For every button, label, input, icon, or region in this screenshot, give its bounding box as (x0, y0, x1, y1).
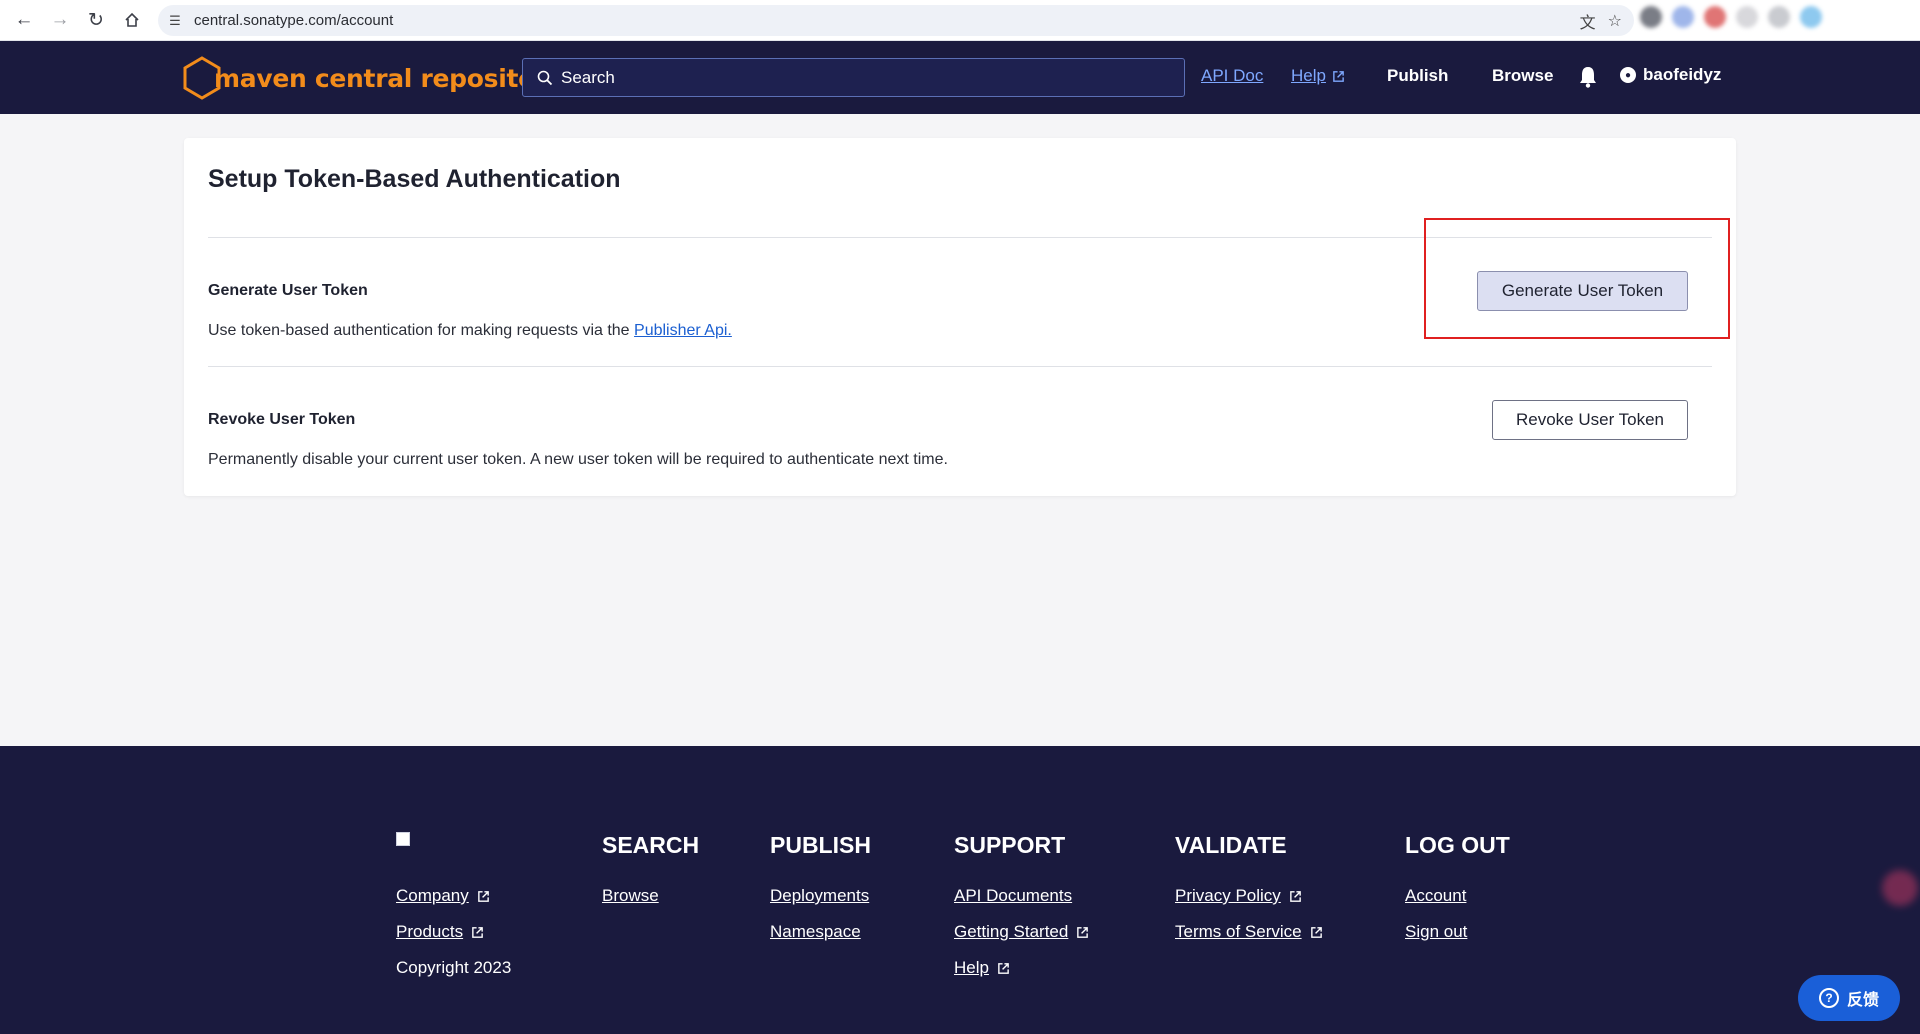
footer-help-link[interactable]: Help (954, 950, 1089, 986)
page-title: Setup Token-Based Authentication (208, 165, 621, 193)
broken-image-icon (396, 832, 410, 846)
extension-icon[interactable] (1768, 6, 1790, 28)
footer-browse-link[interactable]: Browse (602, 878, 699, 914)
site-header: maven central repository API Doc Help Pu… (0, 41, 1920, 114)
external-link-icon (472, 926, 483, 938)
publish-nav[interactable]: Publish (1387, 66, 1448, 86)
site-settings-icon[interactable]: ☰ (166, 12, 184, 30)
footer-heading-logout: LOG OUT (1405, 832, 1510, 858)
floating-widget-icon[interactable] (1882, 870, 1918, 906)
external-link-icon (1310, 926, 1322, 938)
footer-company-label: Company (396, 886, 469, 905)
footer-products-label: Products (396, 922, 464, 941)
footer-sign-out-link[interactable]: Sign out (1405, 914, 1510, 950)
bookmark-star-icon[interactable]: ☆ (1608, 11, 1622, 31)
extension-icon[interactable] (1736, 6, 1758, 28)
feedback-label: 反馈 (1846, 992, 1879, 1009)
annotation-highlight-box (1424, 218, 1730, 339)
generate-token-description: Use token-based authentication for makin… (208, 322, 732, 340)
revoke-token-heading: Revoke User Token (208, 411, 356, 428)
footer-deployments-link[interactable]: Deployments (770, 878, 871, 914)
search-icon (537, 70, 553, 85)
extension-icon[interactable] (1704, 6, 1726, 28)
help-label: Help (1291, 66, 1326, 85)
help-link[interactable]: Help (1291, 66, 1345, 86)
extension-icon[interactable] (1800, 6, 1822, 28)
user-avatar-icon: ● (1620, 67, 1636, 83)
logo-text: maven central repository (214, 63, 564, 93)
footer-api-documents-link[interactable]: API Documents (954, 878, 1089, 914)
search-box[interactable] (522, 58, 1185, 97)
forward-icon[interactable]: → (42, 2, 78, 38)
footer-privacy-policy-label: Privacy Policy (1175, 886, 1281, 905)
api-doc-label: API Doc (1201, 66, 1264, 85)
footer-account-link[interactable]: Account (1405, 878, 1510, 914)
user-menu[interactable]: ● baofeidyz (1620, 65, 1721, 85)
footer-getting-started-link[interactable]: Getting Started (954, 914, 1089, 950)
footer-logout-column: LOG OUT Account Sign out (1405, 832, 1510, 950)
footer-heading-support: SUPPORT (954, 832, 1066, 858)
footer-heading-validate: VALIDATE (1175, 832, 1287, 858)
feedback-button[interactable]: ? 反馈 (1798, 975, 1900, 1021)
footer-terms-label: Terms of Service (1175, 922, 1302, 941)
footer-terms-link[interactable]: Terms of Service (1175, 914, 1323, 950)
copyright-text: Copyright 2023 (396, 958, 512, 977)
notification-bell-icon[interactable] (1577, 65, 1599, 89)
address-url[interactable]: central.sonatype.com/account (194, 12, 393, 29)
external-link-icon (1077, 926, 1089, 938)
username: baofeidyz (1643, 65, 1722, 84)
maven-central-logo[interactable]: maven central repository (182, 55, 563, 101)
home-icon[interactable] (114, 2, 150, 38)
extensions-area (1640, 6, 1822, 28)
help-circle-icon: ? (1818, 988, 1839, 1008)
publisher-api-link[interactable]: Publisher Api. (634, 322, 732, 339)
api-doc-link[interactable]: API Doc (1201, 66, 1263, 86)
generate-token-text: Use token-based authentication for makin… (208, 322, 635, 339)
translate-icon[interactable]: 文 (1580, 9, 1596, 33)
revoke-user-token-button[interactable]: Revoke User Token (1492, 400, 1688, 440)
external-link-icon (998, 962, 1009, 974)
footer-search-column: SEARCH Browse (602, 832, 699, 914)
footer-company-column: Company Products Copyright 2023 (396, 832, 511, 986)
divider (208, 366, 1712, 367)
reload-icon[interactable]: ↻ (78, 2, 114, 38)
footer-publish-column: PUBLISH Deployments Namespace (770, 832, 871, 950)
footer-namespace-link[interactable]: Namespace (770, 914, 871, 950)
address-bar[interactable]: ☰ central.sonatype.com/account 文 ☆ (158, 5, 1634, 36)
extension-icon[interactable] (1640, 6, 1662, 28)
hexagon-logo-icon (183, 56, 221, 100)
external-link-icon (1289, 890, 1301, 902)
search-input[interactable] (561, 67, 1161, 88)
revoke-token-description: Permanently disable your current user to… (208, 451, 948, 468)
footer-help-label: Help (954, 958, 989, 977)
footer-logo (396, 832, 511, 860)
back-icon[interactable]: ← (6, 2, 42, 38)
site-footer: Company Products Copyright 2023 SEARCH B… (0, 746, 1920, 1034)
browse-nav[interactable]: Browse (1492, 66, 1553, 86)
browser-toolbar: ← → ↻ ☰ central.sonatype.com/account 文 ☆ (0, 0, 1920, 41)
external-link-icon (477, 890, 489, 902)
external-link-icon (1333, 70, 1344, 82)
footer-privacy-policy-link[interactable]: Privacy Policy (1175, 878, 1323, 914)
footer-heading-publish: PUBLISH (770, 832, 871, 858)
footer-company-link[interactable]: Company (396, 878, 511, 914)
generate-token-heading: Generate User Token (208, 282, 368, 299)
footer-getting-started-label: Getting Started (954, 922, 1069, 941)
footer-validate-column: VALIDATE Privacy Policy Terms of Service (1175, 832, 1323, 950)
footer-support-column: SUPPORT API Documents Getting Started He… (954, 832, 1089, 986)
footer-products-link[interactable]: Products (396, 914, 511, 950)
extension-icon[interactable] (1672, 6, 1694, 28)
footer-heading-search: SEARCH (602, 832, 700, 858)
